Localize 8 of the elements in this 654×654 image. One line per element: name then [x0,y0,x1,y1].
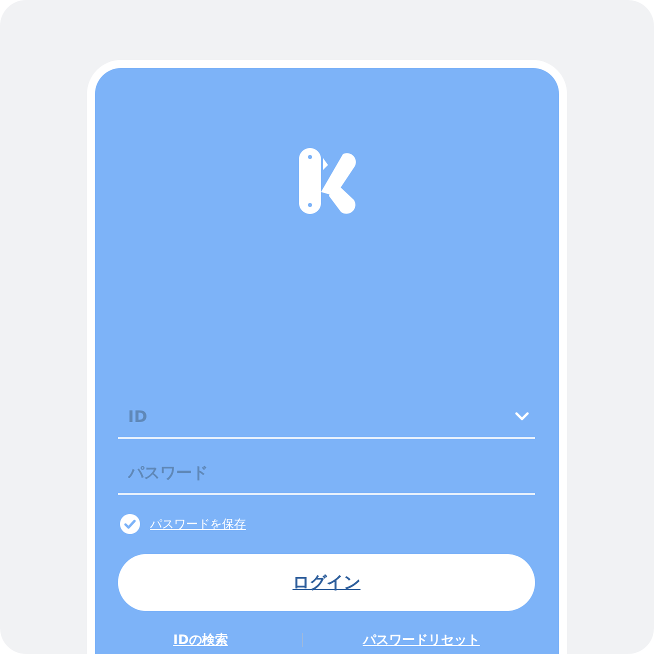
logo-icon [298,148,356,214]
find-id-link[interactable]: IDの検索 [173,631,228,649]
remember-password-link[interactable]: パスワードを保存 [150,516,246,532]
checkbox[interactable] [120,514,140,534]
login-button[interactable]: ログイン [118,554,535,611]
id-field[interactable]: ID [128,407,515,426]
chevron-down-icon [515,412,529,421]
password-reset-link[interactable]: パスワードリセット [362,631,480,649]
